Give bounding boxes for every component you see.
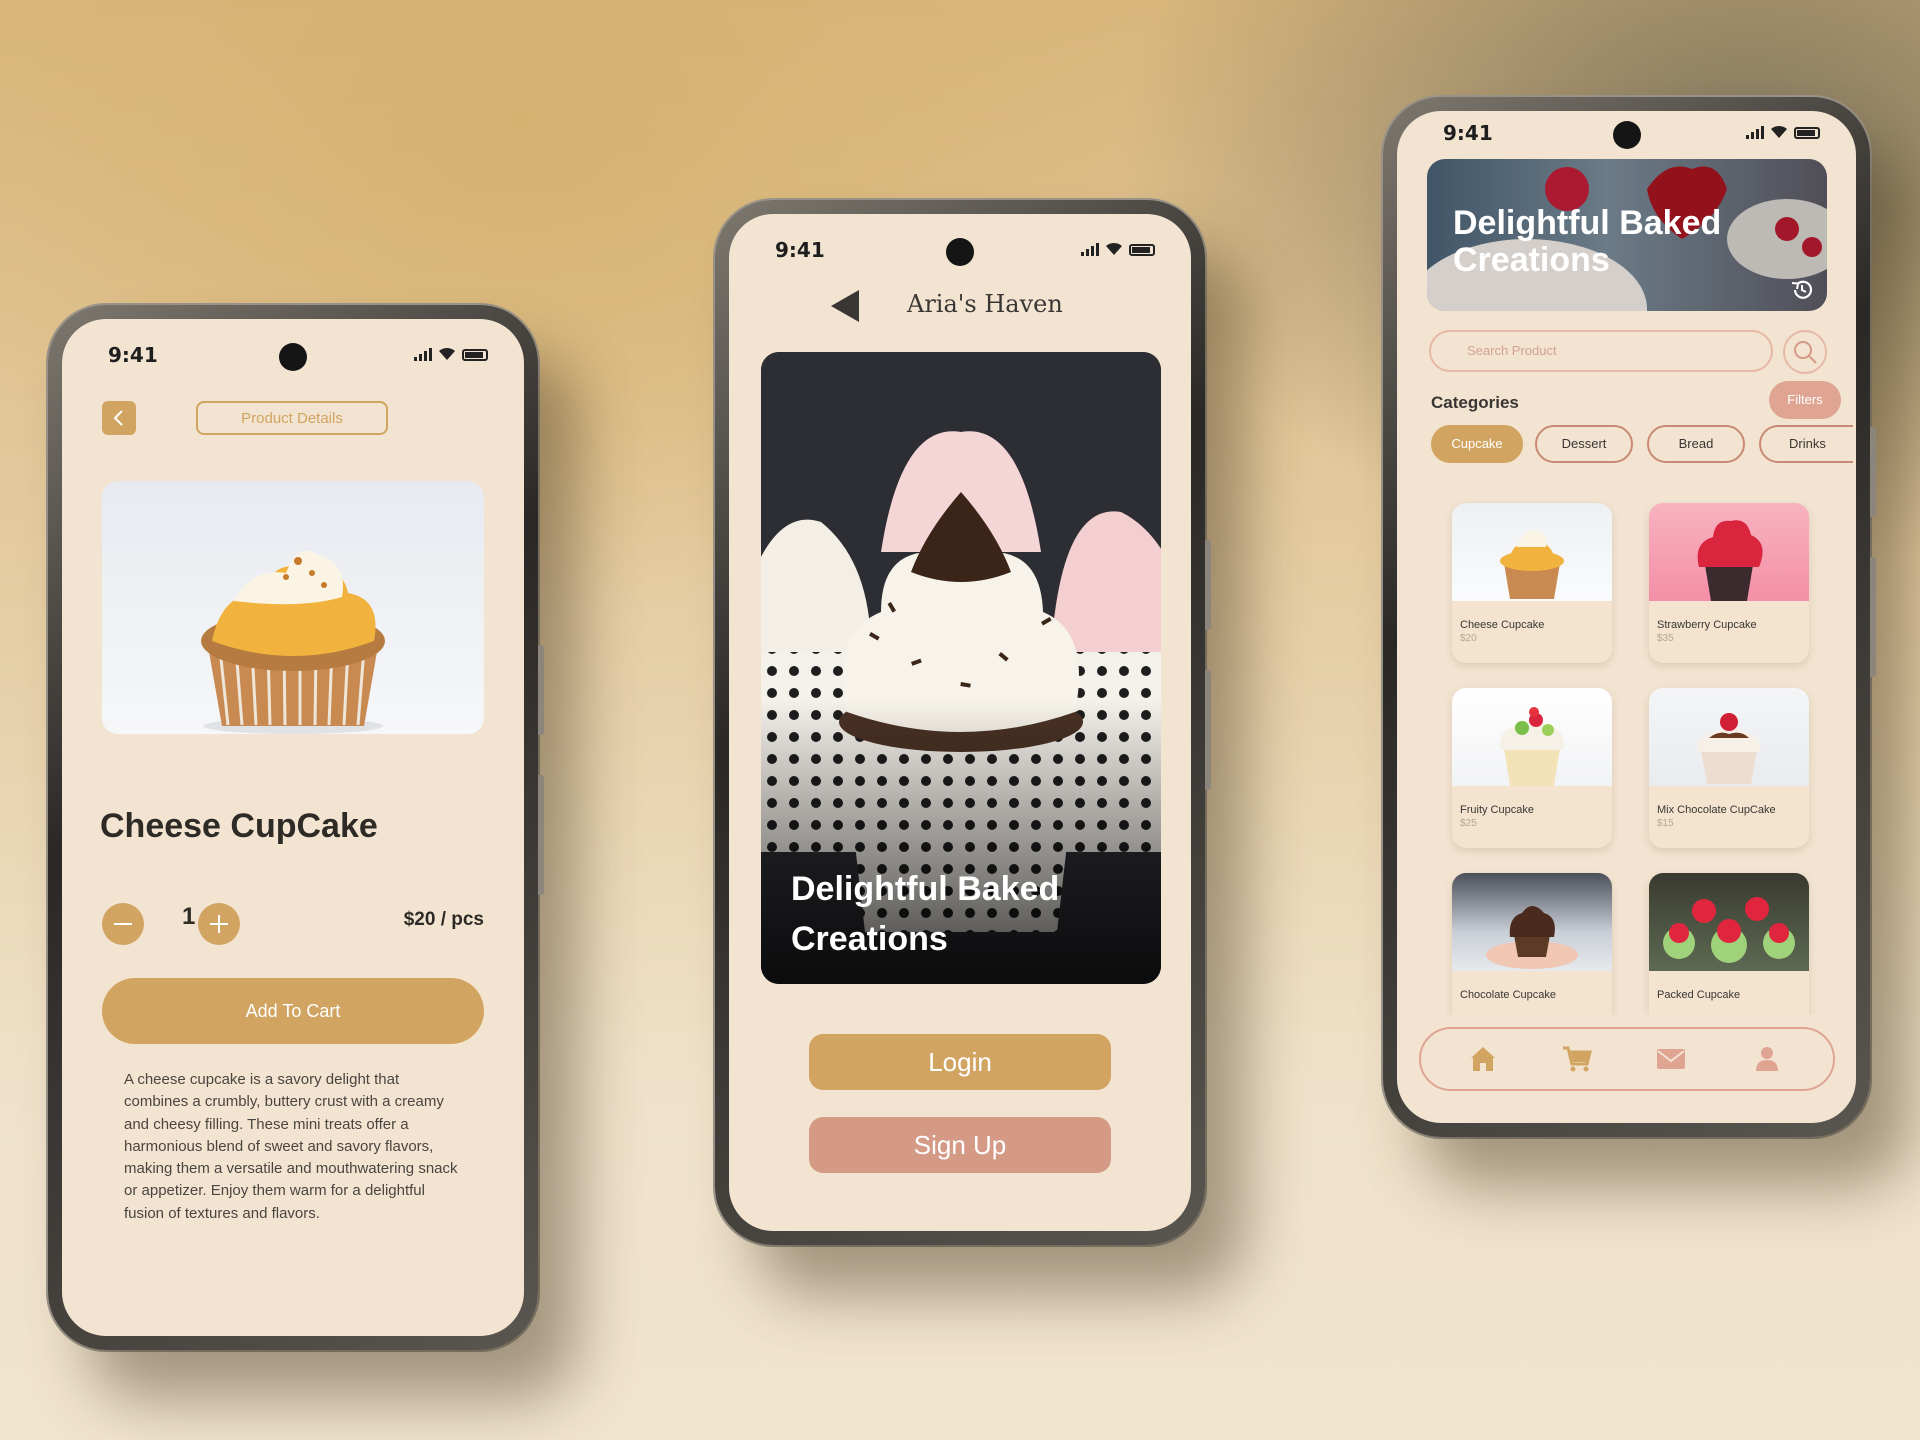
login-button[interactable]: Login: [809, 1034, 1111, 1090]
camera-cutout: [946, 238, 974, 266]
status-icons: [414, 347, 488, 361]
increase-quantity-button[interactable]: [198, 903, 240, 945]
product-card-image: [1649, 873, 1809, 971]
hero-title-line1: Delightful Baked: [791, 870, 1060, 908]
camera-cutout: [1612, 121, 1641, 149]
product-card-price: $25: [1460, 818, 1477, 829]
product-card[interactable]: Fruity Cupcake $25: [1452, 688, 1612, 848]
product-card-price: $20: [1460, 633, 1477, 644]
banner-title-line2: Creations: [1453, 241, 1610, 279]
product-card-name: Packed Cupcake: [1657, 989, 1741, 1001]
status-bar: 9:41: [729, 214, 1191, 270]
wifi-icon: [1771, 125, 1787, 138]
mail-icon[interactable]: [1655, 1043, 1687, 1075]
welcome-screen: 9:41 Aria's Haven Delightful Baked Creat…: [729, 214, 1191, 1231]
phone-welcome: 9:41 Aria's Haven Delightful Baked Creat…: [715, 200, 1211, 1245]
cart-icon[interactable]: [1561, 1043, 1593, 1075]
product-card-image: [1452, 503, 1612, 601]
signal-icon: [1746, 126, 1764, 139]
hero-title-line2: Creations: [791, 920, 948, 958]
home-screen: 9:41 Delightful Baked Creations Search P…: [1397, 111, 1856, 1123]
product-card-name: Chocolate Cupcake: [1460, 989, 1557, 1001]
wifi-icon: [1106, 242, 1122, 255]
signal-icon: [414, 348, 432, 361]
product-card-image: [1452, 688, 1612, 786]
chip-dessert[interactable]: Dessert: [1535, 425, 1633, 463]
back-arrow-icon[interactable]: [831, 290, 859, 322]
status-bar: 9:41: [62, 319, 524, 375]
product-card[interactable]: Mix Chocolate CupCake $15: [1649, 688, 1809, 848]
product-details-screen: 9:41 Product Details Cheese CupCake 1 $2…: [62, 319, 524, 1336]
search-input[interactable]: Search Product: [1429, 330, 1773, 372]
status-time: 9:41: [775, 238, 825, 262]
product-price: $20 / pcs: [403, 909, 484, 930]
product-card-price: $15: [1657, 818, 1674, 829]
add-to-cart-button[interactable]: Add To Cart: [102, 978, 484, 1044]
filters-button[interactable]: Filters: [1769, 381, 1841, 419]
product-card-image: [1649, 503, 1809, 601]
chip-bread[interactable]: Bread: [1647, 425, 1745, 463]
camera-cutout: [279, 343, 307, 371]
product-name: Cheese CupCake: [100, 807, 378, 845]
product-grid: Cheese Cupcake $20 Strawberry Cupcake $3…: [1397, 501, 1856, 1015]
back-button[interactable]: [102, 401, 136, 435]
status-time: 9:41: [108, 343, 158, 367]
signal-icon: [1081, 243, 1099, 256]
battery-icon: [1794, 127, 1820, 139]
history-icon[interactable]: [1789, 277, 1815, 303]
page-title: Product Details: [196, 401, 388, 435]
battery-icon: [462, 349, 488, 361]
search-button[interactable]: [1783, 330, 1827, 374]
decrease-quantity-button[interactable]: [102, 903, 144, 945]
minus-icon: [114, 923, 132, 925]
product-card[interactable]: Packed Cupcake: [1649, 873, 1809, 1015]
banner-title-line1: Delightful Baked: [1453, 204, 1722, 242]
product-card-name: Cheese Cupcake: [1460, 619, 1545, 631]
signup-button[interactable]: Sign Up: [809, 1117, 1111, 1173]
product-card[interactable]: Cheese Cupcake $20: [1452, 503, 1612, 663]
status-time: 9:41: [1443, 121, 1493, 145]
phone-home: 9:41 Delightful Baked Creations Search P…: [1383, 97, 1876, 1137]
product-card-image: [1649, 688, 1809, 786]
brand-name: Aria's Haven: [907, 290, 1063, 318]
status-icons: [1746, 125, 1820, 139]
categories-title: Categories: [1431, 393, 1519, 412]
product-card-name: Fruity Cupcake: [1460, 804, 1534, 816]
product-card-name: Mix Chocolate CupCake: [1657, 804, 1776, 816]
promo-banner[interactable]: Delightful Baked Creations: [1427, 159, 1827, 311]
hero-image: Delightful Baked Creations: [761, 352, 1161, 984]
banner-title: Delightful Baked Creations: [1453, 205, 1721, 279]
status-icons: [1081, 242, 1155, 256]
bottom-nav: [1419, 1027, 1835, 1091]
plus-icon: [210, 915, 228, 933]
phone-product-details: 9:41 Product Details Cheese CupCake 1 $2…: [48, 305, 544, 1350]
product-image: [102, 481, 484, 734]
product-card[interactable]: Strawberry Cupcake $35: [1649, 503, 1809, 663]
product-card-image: [1452, 873, 1612, 971]
search-icon: [1794, 341, 1817, 364]
chip-cupcake[interactable]: Cupcake: [1431, 425, 1523, 463]
quantity-value: 1: [182, 903, 196, 930]
home-icon[interactable]: [1467, 1043, 1499, 1075]
chevron-left-icon: [113, 410, 123, 426]
chip-drinks[interactable]: Drinks: [1759, 425, 1853, 463]
product-card-name: Strawberry Cupcake: [1657, 619, 1757, 631]
battery-icon: [1129, 244, 1155, 256]
user-icon[interactable]: [1751, 1043, 1783, 1075]
product-card[interactable]: Chocolate Cupcake: [1452, 873, 1612, 1015]
product-description: A cheese cupcake is a savory delight tha…: [124, 1071, 458, 1222]
wifi-icon: [439, 347, 455, 360]
product-card-price: $35: [1657, 633, 1674, 644]
hero-title: Delightful Baked Creations: [791, 864, 1059, 964]
